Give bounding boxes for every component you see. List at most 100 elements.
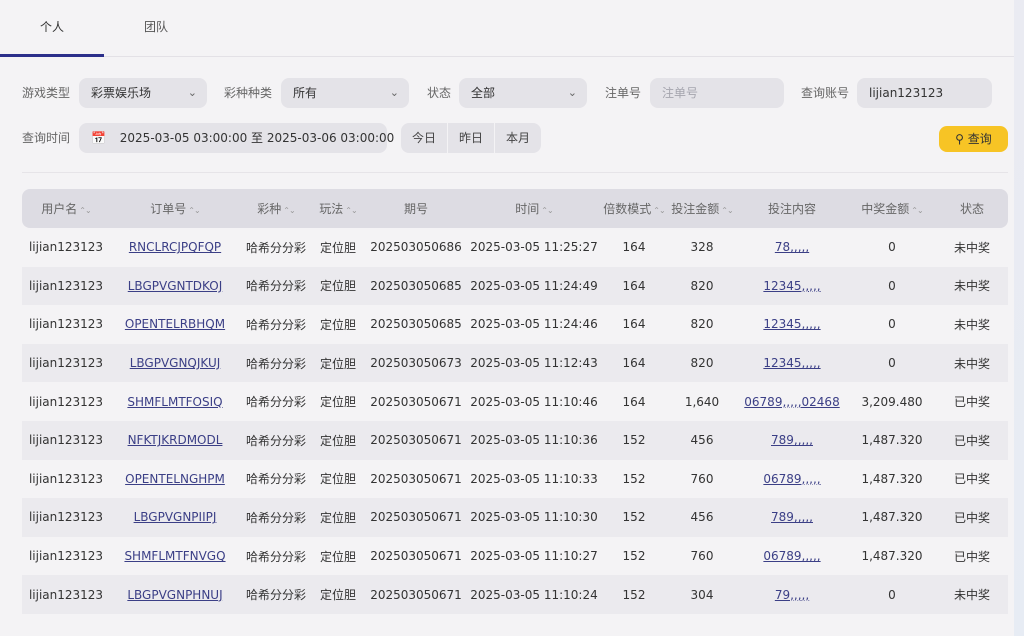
cell-bet-amount: 456 xyxy=(668,498,736,537)
bet-content-link[interactable]: 06789,,,,,02468 xyxy=(744,395,839,409)
column-header-order-no[interactable]: 订单号 ⌃⌄ xyxy=(110,189,240,228)
cell-bet-amount: 820 xyxy=(668,266,736,306)
column-header-label: 投注内容 xyxy=(767,202,816,216)
cell-bet-amount: 820 xyxy=(668,305,736,344)
order-number-field[interactable] xyxy=(650,78,784,108)
column-header-label: 时间 xyxy=(515,202,540,216)
column-header-lottery[interactable]: 彩种 ⌃⌄ xyxy=(240,189,312,228)
column-header-username[interactable]: 用户名 ⌃⌄ xyxy=(22,189,110,228)
bet-content-link[interactable]: 12345,,,,, xyxy=(763,356,820,370)
cell-issue: 202503050671 xyxy=(364,575,468,614)
column-header-label: 用户名 xyxy=(41,202,78,216)
sort-icon[interactable]: ⌃⌄ xyxy=(721,206,733,215)
order-number-link[interactable]: SHMFLMTFNVGQ xyxy=(124,549,225,563)
column-header-label: 投注金额 xyxy=(671,202,720,216)
cell-play-type: 定位胆 xyxy=(312,498,364,537)
cell-issue: 202503050671 xyxy=(364,382,468,421)
yesterday-button[interactable]: 昨日 xyxy=(448,123,496,153)
sort-icon[interactable]: ⌃⌄ xyxy=(345,206,357,215)
cell-bet-amount: 760 xyxy=(668,536,736,576)
bet-content-link[interactable]: 79,,,,, xyxy=(775,588,809,602)
game-type-select[interactable]: 彩票娱乐场 ⌄ xyxy=(79,78,207,108)
table-row: lijian123123 NFKTJKRDMODL 哈希分分彩 定位胆 20250305… xyxy=(22,420,1008,460)
cell-order-no: OPENTELRBHQM xyxy=(110,305,240,344)
column-header-play-type[interactable]: 玩法 ⌃⌄ xyxy=(312,189,364,228)
cell-order-no: LBGPVGNPIIPJ xyxy=(110,498,240,537)
bet-record-panel: 个人 团队 游戏类型 彩票娱乐场 ⌄ 彩种种类 所有 ⌄ 状态 全部 ⌄ 注单号… xyxy=(0,0,1014,636)
chevron-down-icon: ⌄ xyxy=(389,86,399,99)
bet-content-link[interactable]: 789,,,,, xyxy=(771,433,813,447)
cell-prize-amount: 0 xyxy=(848,575,936,614)
cell-lottery: 哈希分分彩 xyxy=(240,459,312,499)
cell-username: lijian123123 xyxy=(22,228,110,267)
query-account-input[interactable] xyxy=(869,86,980,100)
sort-icon[interactable]: ⌃⌄ xyxy=(911,206,923,215)
sort-icon[interactable]: ⌃⌄ xyxy=(541,206,553,215)
order-number-link[interactable]: RNCLRCJPQFQP xyxy=(129,240,221,254)
order-number-link[interactable]: OPENTELRBHQM xyxy=(125,317,225,331)
cell-time: 2025-03-05 11:24:49 xyxy=(468,266,600,306)
status-label: 状态 xyxy=(427,86,452,100)
order-number-link[interactable]: LBGPVGNQJKUJ xyxy=(130,356,221,370)
order-number-input[interactable] xyxy=(662,86,772,100)
column-header-issue: 期号 xyxy=(364,189,468,228)
bet-content-link[interactable]: 12345,,,,, xyxy=(763,317,820,331)
chevron-down-icon: ⌄ xyxy=(187,86,197,99)
sort-icon[interactable]: ⌃⌄ xyxy=(283,206,295,215)
bet-content-link[interactable]: 06789,,,,, xyxy=(763,549,820,563)
cell-order-no: RNCLRCJPQFQP xyxy=(110,228,240,267)
sort-icon[interactable]: ⌃⌄ xyxy=(653,206,665,215)
sort-icon[interactable]: ⌃⌄ xyxy=(188,206,200,215)
bet-content-link[interactable]: 12345,,,,, xyxy=(763,279,820,293)
column-header-prize-amount[interactable]: 中奖金额 ⌃⌄ xyxy=(848,189,936,228)
table-body: lijian123123 RNCLRCJPQFQP 哈希分分彩 定位胆 20250305… xyxy=(22,228,1008,614)
column-header-bet-amount[interactable]: 投注金额 ⌃⌄ xyxy=(668,189,736,228)
cell-bet-content: 12345,,,,, xyxy=(736,343,848,383)
cell-bet-amount: 328 xyxy=(668,228,736,267)
column-header-multiplier-mode[interactable]: 倍数模式 ⌃⌄ xyxy=(600,189,668,228)
today-button[interactable]: 今日 xyxy=(401,123,449,153)
sort-icon[interactable]: ⌃⌄ xyxy=(79,206,91,215)
cell-issue: 202503050685 xyxy=(364,266,468,306)
bet-content-link[interactable]: 78,,,,, xyxy=(775,240,809,254)
query-account-field[interactable] xyxy=(857,78,992,108)
table-row: lijian123123 RNCLRCJPQFQP 哈希分分彩 定位胆 20250305… xyxy=(22,228,1008,267)
quick-date-group: 今日 昨日 本月 xyxy=(401,123,542,153)
tab-team[interactable]: 团队 xyxy=(104,0,208,56)
cell-prize-amount: 3,209.480 xyxy=(848,382,936,421)
cell-prize-amount: 1,487.320 xyxy=(848,420,936,460)
search-icon: ⚲ xyxy=(955,132,964,146)
order-number-link[interactable]: OPENTELNGHPM xyxy=(125,472,225,486)
cell-order-no: OPENTELNGHPM xyxy=(110,459,240,499)
table-row: lijian123123 LBGPVGNQJKUJ 哈希分分彩 定位胆 20250305… xyxy=(22,343,1008,383)
tab-personal[interactable]: 个人 xyxy=(0,0,104,57)
cell-multiplier-mode: 164 xyxy=(600,305,668,344)
column-header-label: 状态 xyxy=(959,202,984,216)
cell-status: 未中奖 xyxy=(936,343,1008,383)
cell-status: 已中奖 xyxy=(936,459,1008,499)
search-button-label: 查询 xyxy=(967,132,992,146)
chevron-down-icon: ⌄ xyxy=(567,86,577,99)
cell-multiplier-mode: 152 xyxy=(600,536,668,576)
order-number-link[interactable]: LBGPVGNPIIPJ xyxy=(134,510,217,524)
lottery-type-label: 彩种种类 xyxy=(224,86,273,100)
bet-content-link[interactable]: 789,,,,, xyxy=(771,510,813,524)
order-number-link[interactable]: NFKTJKRDMODL xyxy=(128,433,223,447)
order-number-link[interactable]: LBGPVGNPHNUJ xyxy=(127,588,222,602)
status-select[interactable]: 全部 ⌄ xyxy=(459,78,587,108)
tab-bar: 个人 团队 xyxy=(0,0,1014,57)
cell-status: 已中奖 xyxy=(936,420,1008,460)
order-number-link[interactable]: LBGPVGNTDKOJ xyxy=(128,279,223,293)
date-range-picker[interactable]: 📅 2025-03-05 03:00:00 至 2025-03-06 03:00… xyxy=(79,123,394,153)
cell-time: 2025-03-05 11:10:24 xyxy=(468,575,600,614)
bet-content-link[interactable]: 06789,,,,, xyxy=(763,472,820,486)
this-month-button[interactable]: 本月 xyxy=(495,123,541,153)
lottery-type-select[interactable]: 所有 ⌄ xyxy=(281,78,409,108)
order-number-link[interactable]: SHMFLMTFOSIQ xyxy=(127,395,222,409)
query-time-label: 查询时间 xyxy=(22,131,71,145)
search-button[interactable]: ⚲ 查询 xyxy=(939,126,1008,152)
game-type-label: 游戏类型 xyxy=(22,86,71,100)
cell-bet-content: 79,,,,, xyxy=(736,575,848,614)
cell-bet-amount: 760 xyxy=(668,459,736,499)
column-header-time[interactable]: 时间 ⌃⌄ xyxy=(468,189,600,228)
